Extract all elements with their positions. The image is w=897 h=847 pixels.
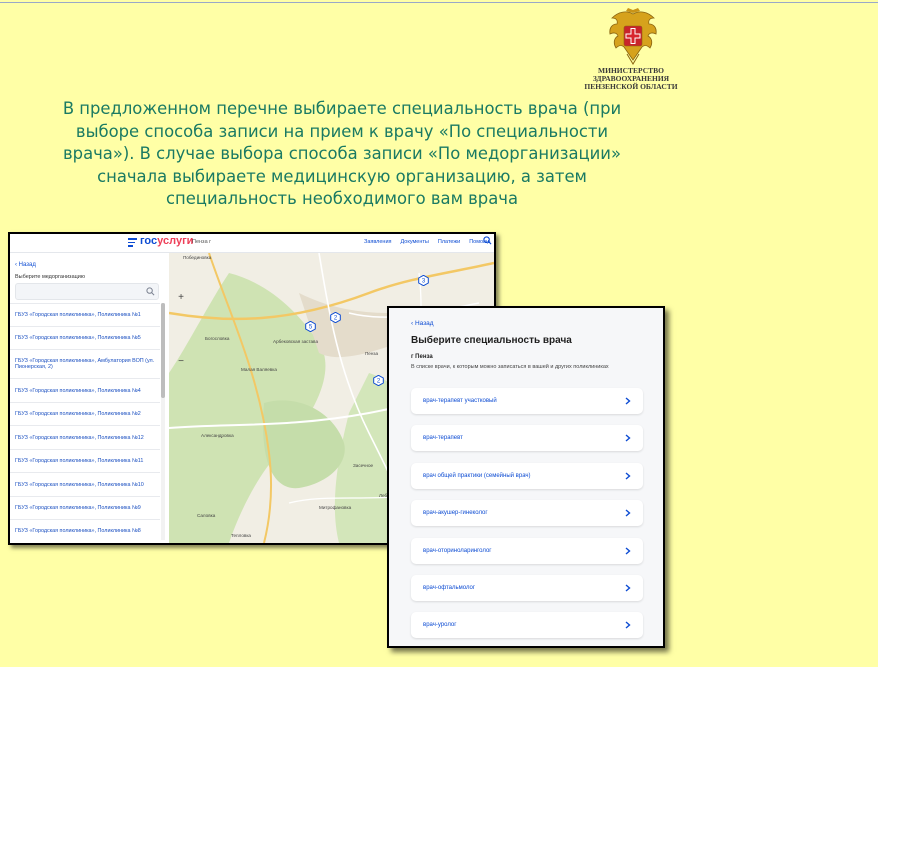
specialty-item[interactable]: врач-акушер-гинеколог: [411, 500, 643, 526]
coat-of-arms-icon: [606, 8, 660, 68]
list-item[interactable]: ГБУЗ «Городская поликлиника», Поликлиник…: [10, 402, 160, 425]
list-item[interactable]: ГБУЗ «Городская поликлиника», Поликлиник…: [10, 425, 160, 449]
page-title: Выберите специальность врача: [411, 335, 572, 346]
top-nav: Заявления Документы Платежи Помощь: [364, 239, 494, 245]
sidebar-scrollbar[interactable]: [161, 303, 165, 540]
map-label: Арбековская застава: [273, 339, 318, 344]
list-item[interactable]: ГБУЗ «Городская поликлиника», Поликлиник…: [10, 378, 160, 402]
gosuslugi-logo[interactable]: госуслуги: [140, 235, 193, 247]
nav-applications[interactable]: Заявления: [364, 239, 392, 245]
specialty-item[interactable]: врач-терапевт участковый: [411, 388, 643, 414]
nav-payments[interactable]: Платежи: [438, 239, 460, 245]
map-label: Малая Валяевка: [241, 367, 277, 372]
org-search-input[interactable]: [15, 283, 159, 300]
specialty-label: врач-уролог: [423, 622, 457, 628]
chevron-right-icon: [625, 434, 631, 442]
chevron-right-icon: [625, 547, 631, 555]
list-item[interactable]: ГБУЗ «Городская поликлиника», Амбулатори…: [10, 349, 160, 378]
list-item[interactable]: ГБУЗ «Городская поликлиника», Поликлиник…: [10, 303, 160, 326]
menu-icon[interactable]: [128, 238, 137, 249]
specialty-item[interactable]: врач-офтальмолог: [411, 575, 643, 601]
site-header: госуслуги Пенза г Заявления Документы Плат…: [10, 234, 494, 253]
chevron-right-icon: [625, 472, 631, 480]
hint-text: В списке врачи, к которым можно записать…: [411, 364, 609, 370]
city-label: г Пенза: [411, 354, 433, 360]
list-item[interactable]: ГБУЗ «Городская поликлиника», Поликлиник…: [10, 326, 160, 349]
specialty-label: врач-офтальмолог: [423, 585, 476, 591]
logo-uslugi: услуги: [157, 235, 194, 247]
specialty-label: врач-терапевт: [423, 435, 463, 441]
list-item[interactable]: ГБУЗ «Городская поликлиника», Поликлиник…: [10, 449, 160, 472]
specialty-item[interactable]: врач-оториноларинголог: [411, 538, 643, 564]
back-link[interactable]: ‹ Назад: [15, 262, 36, 268]
zoom-out-button[interactable]: −: [175, 356, 187, 420]
org-list: ГБУЗ «Городская поликлиника», Поликлиник…: [10, 303, 160, 542]
logo-gos: гос: [140, 235, 158, 247]
map-label: Богословка: [205, 336, 230, 341]
choose-org-label: Выберите медорганизацию: [15, 274, 85, 280]
search-icon[interactable]: [483, 236, 492, 245]
map-label: Побединовка: [183, 255, 212, 260]
list-item[interactable]: ГБУЗ «Городская поликлиника», Поликлиник…: [10, 472, 160, 496]
map-label: Засечное: [353, 463, 374, 468]
map-label: Пенза: [365, 351, 379, 356]
top-divider: [0, 2, 878, 3]
specialty-item[interactable]: врач-уролог: [411, 612, 643, 638]
chevron-right-icon: [625, 509, 631, 517]
instruction-line: В предложенном перечне выбираете специал…: [62, 99, 622, 118]
map-zoom-controls: + −: [175, 292, 187, 420]
specialty-label: врач общей практики (семейный врач): [423, 473, 531, 479]
map-cluster-marker[interactable]: 2: [330, 312, 341, 323]
list-item[interactable]: ГБУЗ «Городская поликлиника», Поликлиник…: [10, 519, 160, 542]
list-item[interactable]: ГБУЗ «Городская поликлиника», Поликлиник…: [10, 496, 160, 519]
search-icon: [146, 287, 155, 296]
instruction-line: выборе способа записи на прием к врачу «…: [75, 121, 609, 141]
instruction-line: специальность необходимого вам врача: [166, 189, 518, 208]
map-label: Александровка: [201, 433, 234, 438]
ministry-caption: МИНИСТЕРСТВО ЗДРАВООХРАНЕНИЯ ПЕНЗЕНСКОЙ …: [583, 67, 679, 91]
specialty-label: врач-акушер-гинеколог: [423, 510, 488, 516]
back-link[interactable]: ‹ Назад: [411, 320, 434, 327]
map-cluster-marker[interactable]: 5: [305, 321, 316, 332]
instruction-line: сначала выбираете медицинскую организаци…: [97, 166, 587, 186]
org-sidebar: ‹ Назад Выберите медорганизацию ГБУЗ «Го…: [10, 253, 168, 543]
map-cluster-marker[interactable]: 2: [373, 375, 384, 386]
chevron-right-icon: [625, 621, 631, 629]
chevron-right-icon: [625, 397, 631, 405]
specialty-screenshot: ‹ Назад Выберите специальность врача г П…: [387, 306, 665, 648]
zoom-in-button[interactable]: +: [175, 292, 187, 356]
instruction-text: В предложенном перечне выбираете специал…: [22, 98, 662, 211]
instruction-line: врача»). В случае выбора способа записи …: [63, 144, 621, 163]
specialty-label: врач-терапевт участковый: [423, 398, 497, 404]
nav-documents[interactable]: Документы: [401, 239, 429, 245]
specialty-item[interactable]: врач общей практики (семейный врач): [411, 463, 643, 489]
chevron-right-icon: [625, 584, 631, 592]
map-cluster-marker[interactable]: 3: [418, 275, 429, 286]
map-label: Тепловка: [231, 533, 251, 538]
specialty-item[interactable]: врач-терапевт: [411, 425, 643, 451]
city-selector[interactable]: Пенза г: [192, 239, 211, 245]
specialty-label: врач-оториноларинголог: [423, 548, 492, 554]
map-label: Митрофановка: [319, 505, 352, 510]
map-label: Саловка: [197, 513, 216, 518]
ministry-line: ПЕНЗЕНСКОЙ ОБЛАСТИ: [584, 82, 678, 91]
